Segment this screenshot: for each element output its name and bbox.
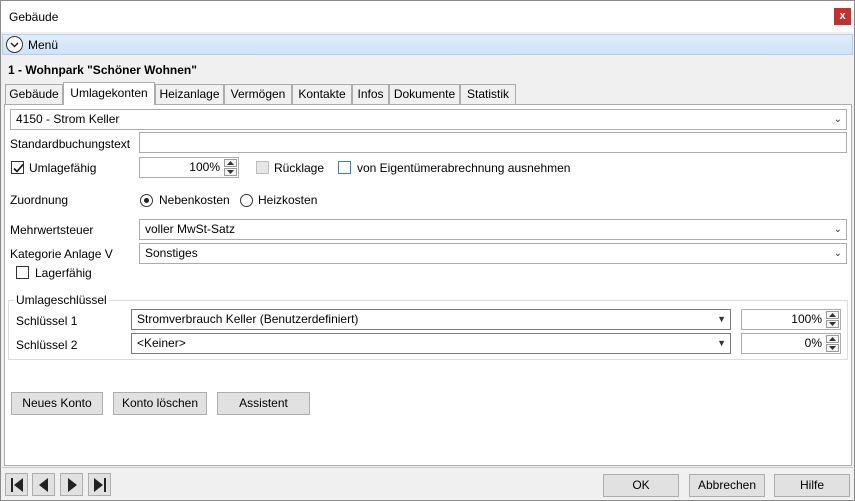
last-record-icon[interactable] [88, 473, 111, 496]
triangle-down-icon: ▼ [717, 314, 726, 324]
lagerfaehig-label: Lagerfähig [35, 266, 92, 280]
footer-divider [2, 467, 853, 468]
radio-heizkosten[interactable] [240, 194, 253, 207]
next-record-icon[interactable] [60, 473, 83, 496]
radio-nebenkosten[interactable] [140, 194, 153, 207]
schluessel-2-select[interactable]: <Keiner> ▼ [131, 333, 731, 354]
mwst-select-value: voller MwSt-Satz [145, 222, 236, 236]
schluessel-1-percent: 100% [791, 312, 822, 326]
radio-heizkosten-label: Heizkosten [258, 193, 318, 207]
exclude-owner-checkbox[interactable] [338, 161, 351, 174]
stepper-down-button[interactable] [224, 168, 237, 176]
stepper-up-button[interactable] [826, 335, 839, 343]
ruecklage-label: Rücklage [274, 161, 325, 175]
umlagefaehig-label: Umlagefähig [29, 161, 97, 175]
lagerfaehig-checkbox[interactable] [16, 266, 29, 279]
mwst-label: Mehrwertsteuer [10, 223, 94, 237]
previous-record-icon[interactable] [32, 473, 55, 496]
schluessel-2-percent-stepper[interactable]: 0% [741, 333, 841, 354]
stepper-up-button[interactable] [826, 311, 839, 319]
schluessel-1-label: Schlüssel 1 [16, 314, 78, 328]
first-record-icon[interactable] [5, 473, 28, 496]
chevron-down-icon: ⌄ [833, 248, 842, 259]
close-button[interactable]: x [834, 8, 851, 25]
tab-heizanlage[interactable]: Heizanlage [155, 84, 224, 104]
cancel-button[interactable]: Abbrechen [689, 474, 765, 497]
account-select-value: 4150 - Strom Keller [16, 112, 120, 126]
triangle-down-icon: ▼ [717, 338, 726, 348]
ruecklage-checkbox[interactable] [256, 161, 269, 174]
standard-booking-input[interactable] [139, 132, 847, 153]
standard-booking-label: Standardbuchungstext [10, 137, 131, 151]
tab-infos[interactable]: Infos [352, 84, 389, 104]
chevron-down-icon: ⌄ [833, 114, 842, 125]
title-bar: Gebäude x [1, 1, 854, 32]
kategorie-select[interactable]: Sonstiges ⌄ [139, 243, 847, 264]
schluessel-2-percent: 0% [804, 336, 822, 350]
kategorie-label: Kategorie Anlage V [10, 247, 113, 261]
schluessel-1-value: Stromverbrauch Keller (Benutzerdefiniert… [137, 312, 359, 326]
new-account-button[interactable]: Neues Konto [11, 392, 103, 415]
stepper-down-button[interactable] [826, 344, 839, 352]
umlage-percent-stepper[interactable]: 100% [139, 157, 239, 178]
kategorie-select-value: Sonstiges [145, 246, 198, 260]
umlage-percent-value: 100% [189, 160, 220, 174]
schluessel-2-label: Schlüssel 2 [16, 338, 78, 352]
stepper-down-button[interactable] [826, 320, 839, 328]
assistant-button[interactable]: Assistent [217, 392, 310, 415]
tab-gebaeude[interactable]: Gebäude [5, 84, 63, 104]
ok-button[interactable]: OK [603, 474, 679, 497]
zuordnung-label: Zuordnung [10, 193, 69, 207]
chevron-down-icon: ⌄ [833, 224, 842, 235]
menu-bar[interactable]: Menü [2, 34, 853, 55]
umlagefaehig-checkbox[interactable] [11, 161, 24, 174]
help-button[interactable]: Hilfe [774, 474, 850, 497]
mwst-select[interactable]: voller MwSt-Satz ⌄ [139, 219, 847, 240]
schluessel-1-select[interactable]: Stromverbrauch Keller (Benutzerdefiniert… [131, 309, 731, 330]
tab-vermoegen[interactable]: Vermögen [224, 84, 292, 104]
window-title: Gebäude [9, 10, 59, 24]
umlageschluessel-title: Umlageschlüssel [14, 293, 109, 307]
exclude-owner-label: von Eigentümerabrechnung ausnehmen [357, 161, 571, 175]
stepper-up-button[interactable] [224, 159, 237, 167]
tab-umlagekonten[interactable]: Umlagekonten [63, 82, 155, 105]
chevron-down-circle-icon[interactable] [6, 36, 23, 53]
schluessel-1-percent-stepper[interactable]: 100% [741, 309, 841, 330]
gebaeude-window: Gebäude x Menü 1 - Wohnpark "Schöner Woh… [0, 0, 855, 501]
checkmark-icon [13, 163, 24, 173]
page-title: 1 - Wohnpark "Schöner Wohnen" [8, 63, 197, 77]
tab-statistik[interactable]: Statistik [460, 84, 516, 104]
radio-nebenkosten-label: Nebenkosten [159, 193, 230, 207]
menu-label[interactable]: Menü [28, 38, 58, 52]
account-select[interactable]: 4150 - Strom Keller ⌄ [10, 109, 847, 130]
tab-dokumente[interactable]: Dokumente [389, 84, 460, 104]
delete-account-button[interactable]: Konto löschen [113, 392, 207, 415]
tab-kontakte[interactable]: Kontakte [292, 84, 352, 104]
schluessel-2-value: <Keiner> [137, 336, 186, 350]
